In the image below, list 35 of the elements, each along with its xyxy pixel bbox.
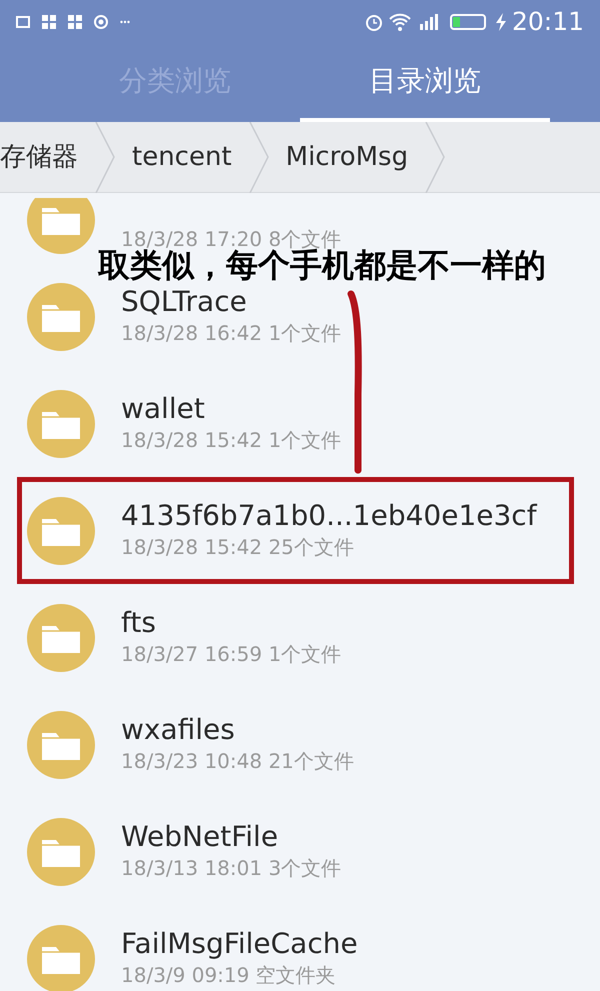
more-icon [120, 20, 130, 24]
folder-icon [27, 924, 95, 991]
folder-icon [27, 198, 95, 254]
folder-name[interactable]: 4135f6b7a1b0...1eb40e1e3cf [121, 500, 537, 532]
breadcrumb-item[interactable]: 存储器 [0, 122, 94, 192]
folder-meta: 18/3/28 16:42 1个文件 [121, 320, 342, 346]
breadcrumb-item[interactable]: tencent [116, 122, 248, 192]
folder-meta: 18/3/13 18:01 3个文件 [121, 854, 342, 882]
folder-meta: 18/3/27 16:59 1个文件 [121, 640, 342, 668]
wifi-icon [388, 12, 412, 32]
folder-icon [27, 390, 95, 458]
annotation-text: 取类似，每个手机都是不一样的 [98, 248, 546, 282]
folder-icon [27, 710, 95, 778]
folder-meta: 18/3/9 09:19 空文件夹 [121, 962, 337, 988]
breadcrumb-item[interactable]: MicroMsg [270, 122, 424, 192]
folder-name[interactable]: fts [121, 606, 342, 638]
folder-meta: 18/3/23 10:48 21个文件 [121, 748, 354, 774]
folder-icon [27, 604, 95, 672]
folder-name[interactable]: SQLTrace [121, 286, 342, 318]
app-icon [42, 15, 56, 29]
folder-name[interactable]: WebNetFile [121, 820, 342, 852]
folder-icon [27, 282, 95, 350]
image-icon [16, 16, 30, 28]
folder-meta: 18/3/28 15:42 25个文件 [121, 534, 355, 560]
folder-name[interactable]: wallet [121, 392, 342, 424]
folder-icon [27, 818, 95, 886]
folder-meta: 18/3/28 15:42 1个文件 [121, 426, 342, 454]
alarm-icon [364, 12, 384, 32]
charging-icon [494, 12, 508, 32]
app-icon [68, 15, 82, 29]
record-icon [94, 15, 108, 29]
folder-name[interactable]: wxafiles [121, 714, 354, 746]
folder-name[interactable]: FailMsgFileCache [121, 928, 358, 960]
folder-icon [27, 496, 95, 564]
clock: 20:11 [512, 6, 584, 38]
